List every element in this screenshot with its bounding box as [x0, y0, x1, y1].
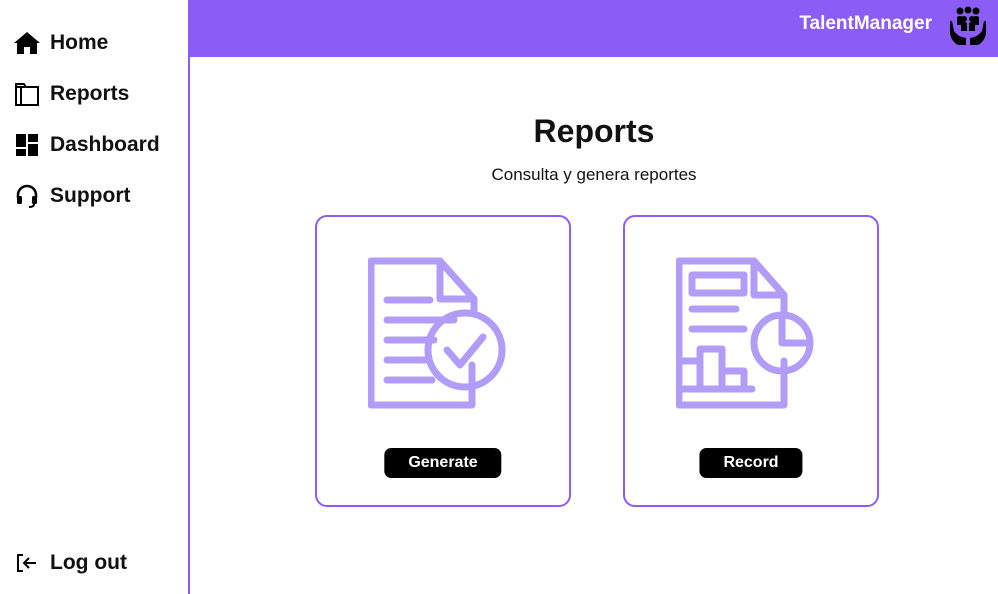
sidebar-item-label: Support [50, 184, 131, 207]
sidebar-item-dashboard[interactable]: Dashboard [12, 131, 160, 159]
sidebar-item-home[interactable]: Home [12, 29, 108, 57]
sidebar-item-label: Reports [50, 82, 130, 105]
record-report-card[interactable]: Record [623, 215, 879, 507]
page-subtitle: Consulta y genera reportes [491, 165, 697, 184]
record-button[interactable]: Record [699, 448, 803, 478]
sidebar-item-support[interactable]: Support [12, 182, 130, 210]
logout-button[interactable]: Log out [12, 549, 127, 577]
logout-label: Log out [50, 551, 127, 574]
dashboard-icon [12, 131, 42, 159]
page-title: Reports [533, 113, 655, 149]
generate-button[interactable]: Generate [384, 448, 502, 478]
home-icon [12, 29, 42, 57]
generate-report-card[interactable]: Generate [315, 215, 571, 507]
headset-icon [12, 182, 42, 210]
document-check-icon [367, 257, 518, 422]
sidebar: Home Reports Dashboard Support Log out [0, 0, 190, 594]
top-bar: TalentManager [190, 0, 998, 57]
brand-name: TalentManager [799, 13, 932, 34]
team-hands-icon [948, 5, 988, 47]
folder-icon [12, 80, 42, 108]
sidebar-item-label: Home [50, 31, 109, 54]
document-chart-icon [669, 257, 826, 422]
sidebar-item-reports[interactable]: Reports [12, 80, 129, 108]
sidebar-item-label: Dashboard [50, 133, 160, 156]
logout-icon [12, 549, 42, 577]
